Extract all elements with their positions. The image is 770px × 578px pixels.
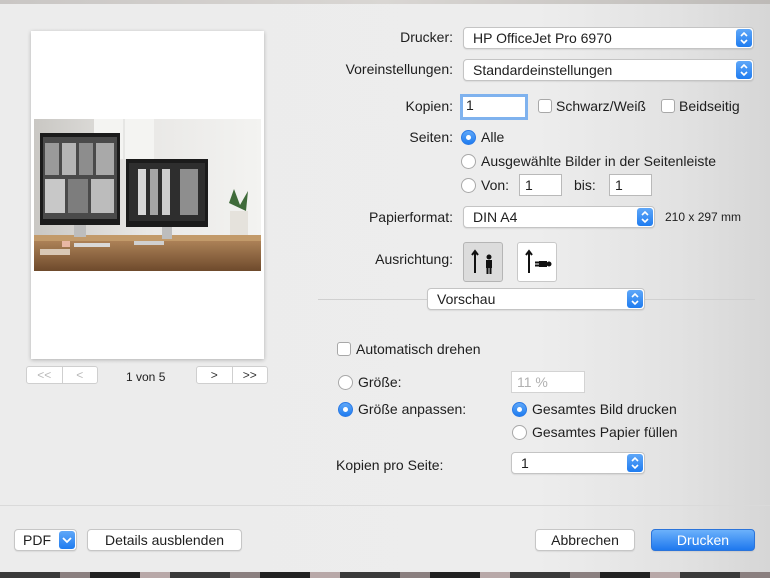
printer-label: Drucker:: [400, 29, 453, 45]
landscape-orientation-button[interactable]: [517, 242, 557, 282]
copies-per-page-value: 1: [521, 455, 529, 471]
hide-details-button[interactable]: Details ausblenden: [87, 529, 242, 551]
copies-label: Kopien:: [405, 98, 453, 114]
pages-label: Seiten:: [409, 129, 453, 145]
copies-input[interactable]: 1: [460, 94, 528, 120]
footer-divider: [0, 505, 770, 506]
popup-arrows-icon: [736, 29, 752, 47]
first-page-button[interactable]: <<: [27, 367, 62, 383]
presets-value: Standardeinstellungen: [473, 62, 613, 78]
size-radio[interactable]: [338, 375, 353, 390]
pages-all-radio[interactable]: [461, 130, 476, 145]
copies-per-page-popup[interactable]: 1: [511, 452, 645, 474]
pdf-menu-button[interactable]: PDF: [14, 529, 77, 551]
portrait-orientation-button[interactable]: [463, 242, 503, 282]
pages-to-input[interactable]: 1: [609, 174, 652, 196]
preview-nav-forward: > >>: [196, 366, 268, 384]
fit-size-radio[interactable]: [338, 402, 353, 417]
section-popup[interactable]: Vorschau: [427, 288, 645, 310]
next-page-button[interactable]: >: [197, 367, 232, 383]
fit-size-label: Größe anpassen:: [358, 401, 467, 417]
previous-page-button[interactable]: <: [61, 367, 98, 383]
preview-nav-back: << <: [26, 366, 98, 384]
paper-dimensions: 210 x 297 mm: [665, 210, 742, 224]
fill-paper-radio[interactable]: [512, 425, 527, 440]
print-dialog: << < 1 von 5 > >> Drucker: HP OfficeJet …: [0, 4, 770, 572]
pages-from-input[interactable]: 1: [519, 174, 562, 196]
page-indicator: 1 von 5: [126, 370, 166, 384]
last-page-button[interactable]: >>: [231, 367, 268, 383]
preview-photo: [34, 119, 261, 271]
print-entire-image-label: Gesamtes Bild drucken: [532, 401, 677, 417]
chevron-down-icon: [59, 531, 75, 549]
duplex-label: Beidseitig: [679, 98, 740, 114]
popup-arrows-icon: [627, 454, 643, 472]
copies-per-page-label: Kopien pro Seite:: [336, 457, 444, 473]
print-entire-image-radio[interactable]: [512, 402, 527, 417]
print-button[interactable]: Drucken: [651, 529, 755, 551]
printer-popup[interactable]: HP OfficeJet Pro 6970: [463, 27, 754, 49]
black-white-checkbox[interactable]: [538, 99, 552, 113]
popup-arrows-icon: [637, 208, 653, 226]
page-preview: [31, 31, 264, 359]
pages-from-label: Von:: [481, 177, 510, 193]
pages-selected-radio[interactable]: [461, 154, 476, 169]
paper-size-popup[interactable]: DIN A4: [463, 206, 655, 228]
section-popup-value: Vorschau: [437, 291, 496, 307]
duplex-checkbox[interactable]: [661, 99, 675, 113]
size-percent-input[interactable]: 11 %: [511, 371, 585, 393]
portrait-icon: [471, 249, 492, 274]
auto-rotate-label: Automatisch drehen: [356, 341, 481, 357]
cancel-button[interactable]: Abbrechen: [535, 529, 635, 551]
pages-range-radio[interactable]: [461, 178, 476, 193]
printer-value: HP OfficeJet Pro 6970: [473, 30, 612, 46]
popup-arrows-icon: [627, 290, 643, 308]
landscape-icon: [525, 249, 552, 273]
popup-arrows-icon: [736, 61, 752, 79]
black-white-label: Schwarz/Weiß: [556, 98, 646, 114]
pages-selected-label: Ausgewählte Bilder in der Seitenleiste: [481, 153, 717, 169]
auto-rotate-checkbox[interactable]: [337, 342, 351, 356]
orientation-label: Ausrichtung:: [375, 251, 453, 267]
pdf-label: PDF: [23, 532, 51, 548]
paper-size-label: Papierformat:: [368, 209, 453, 225]
window-bottom-edge: [0, 572, 770, 578]
pages-to-label: bis:: [574, 177, 596, 193]
size-label: Größe:: [358, 374, 402, 390]
presets-popup[interactable]: Standardeinstellungen: [463, 59, 754, 81]
pages-all-label: Alle: [481, 129, 505, 145]
presets-label: Voreinstellungen:: [345, 61, 453, 77]
fill-paper-label: Gesamtes Papier füllen: [532, 424, 678, 440]
paper-size-value: DIN A4: [473, 209, 518, 225]
